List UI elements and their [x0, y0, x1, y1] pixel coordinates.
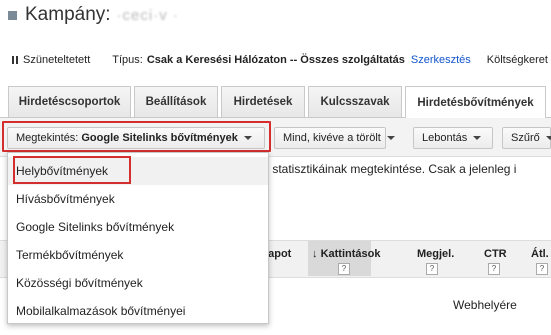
menu-item-sitelinks-extensions[interactable]: Google Sitelinks bővítmények [8, 213, 268, 241]
type-label: Típus: [112, 54, 143, 66]
filter-label: Szűrő [511, 132, 540, 144]
menu-item-call-extensions[interactable]: Hívásbővítmények [8, 185, 268, 213]
description-text: k statisztikáinak megtekintése. Csak a j… [263, 162, 517, 176]
status-text: Szüneteltetett [23, 54, 91, 66]
campaign-name: ·ceci·v · [116, 6, 179, 24]
help-icon[interactable]: ? [338, 263, 350, 275]
sort-down-arrow-icon: ↓ [312, 248, 318, 260]
tab-bar: Hirdetéscsoportok Beállítások Hirdetések… [0, 86, 551, 118]
help-icon[interactable]: ? [426, 263, 438, 275]
campaign-icon [8, 10, 17, 20]
tab-keywords[interactable]: Kulcsszavak [308, 86, 402, 117]
status-filter-button[interactable]: Mind, kivéve a törölt [274, 127, 395, 149]
tab-ad-extensions[interactable]: Hirdetésbővítmények [405, 86, 546, 118]
chevron-down-icon [545, 136, 551, 140]
menu-item-social-extensions[interactable]: Közösségi bővítmények [8, 269, 268, 297]
campaign-label: Kampány: [25, 4, 111, 25]
column-clicks-label: Kattintások [320, 248, 381, 260]
website-text: Webhelyére [453, 298, 517, 312]
status-filter-label: Mind, kivéve a törölt [283, 132, 381, 144]
column-ctr[interactable]: CTR [484, 248, 507, 260]
segment-label: Lebontás [422, 132, 468, 144]
column-clicks[interactable]: ↓ Kattintások [312, 248, 380, 260]
edit-link[interactable]: Szerkesztés [411, 54, 471, 66]
filter-button[interactable]: Szűrő [502, 127, 551, 149]
tab-ad-groups[interactable]: Hirdetéscsoportok [8, 86, 131, 117]
menu-item-app-extensions[interactable]: Mobilalkalmazások bővítményei [8, 297, 268, 325]
campaign-header: Kampány: ·ceci·v · [0, 0, 179, 30]
menu-item-product-extensions[interactable]: Termékbővítmények [8, 241, 268, 269]
column-avg[interactable]: Átl. [531, 248, 549, 260]
help-icon[interactable]: ? [536, 263, 548, 275]
type-value: Csak a Keresési Hálózaton -- Összes szol… [146, 54, 405, 66]
help-icon[interactable]: ? [488, 263, 500, 275]
chevron-down-icon [386, 136, 395, 140]
budget-label: Költségkeret [486, 54, 548, 66]
segment-button[interactable]: Lebontás [413, 127, 493, 149]
campaign-status-line: Szüneteltetett Típus: Csak a Keresési Há… [0, 52, 548, 68]
view-dropdown-highlight [2, 121, 271, 152]
tab-settings[interactable]: Beállítások [134, 86, 218, 117]
menu-item-highlight [13, 156, 131, 184]
tab-ads[interactable]: Hirdetések [221, 86, 305, 117]
pause-icon [12, 56, 18, 64]
chevron-down-icon [473, 136, 482, 140]
column-impressions[interactable]: Megjel. [417, 248, 454, 260]
